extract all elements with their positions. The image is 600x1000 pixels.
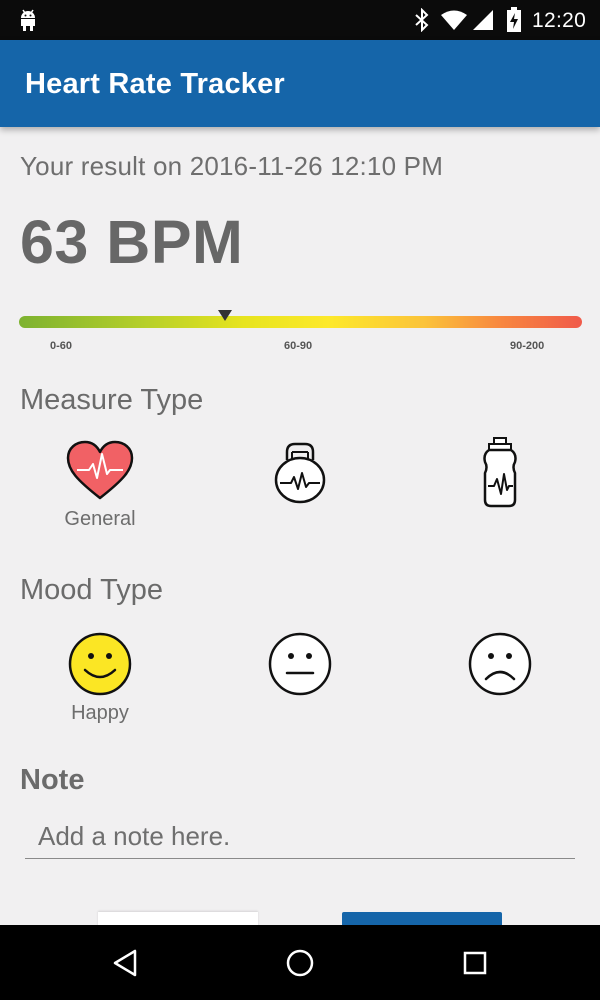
range-label-high: 90-200 <box>510 340 545 352</box>
gauge-marker-icon <box>218 310 232 321</box>
battery-charging-icon <box>507 7 521 32</box>
measure-type-title: Measure Type <box>20 384 204 416</box>
note-title: Note <box>20 764 85 796</box>
heart-rate-gauge <box>19 316 582 328</box>
mood-type-title: Mood Type <box>20 574 163 606</box>
bpm-value: 63 BPM <box>20 208 244 276</box>
mood-option-label: Happy <box>71 702 129 724</box>
app-bar: Heart Rate Tracker <box>0 40 600 127</box>
mood-option-neutral[interactable] <box>235 632 365 696</box>
measure-option-general[interactable]: General <box>35 440 165 531</box>
measure-option-exercise[interactable] <box>235 440 365 506</box>
recents-icon[interactable] <box>463 951 487 975</box>
range-label-normal: 60-90 <box>284 340 313 352</box>
happy-face-icon <box>68 632 132 696</box>
home-icon[interactable] <box>286 949 314 977</box>
android-debug-icon <box>21 9 35 31</box>
neutral-face-icon <box>268 632 332 696</box>
range-label-low: 0-60 <box>50 340 73 352</box>
app-title: Heart Rate Tracker <box>25 68 285 100</box>
measure-option-label: General <box>64 508 136 530</box>
heart-icon <box>66 440 134 500</box>
mood-option-sad[interactable] <box>435 632 565 696</box>
status-clock: 12:20 <box>532 9 587 32</box>
wifi-icon <box>441 10 467 30</box>
screen: 12:20 Heart Rate Tracker Your result on … <box>0 0 600 1000</box>
water-bottle-icon <box>483 437 517 508</box>
sad-face-icon <box>468 632 532 696</box>
cell-signal-icon <box>473 10 493 30</box>
bluetooth-icon <box>415 8 429 32</box>
measure-option-sport[interactable] <box>435 436 565 508</box>
kettlebell-icon <box>274 442 326 504</box>
mood-option-happy[interactable]: Happy <box>35 632 165 725</box>
navigation-bar <box>0 925 600 1000</box>
note-input[interactable] <box>25 815 575 859</box>
back-icon[interactable] <box>112 949 138 977</box>
status-bar: 12:20 <box>0 0 600 40</box>
result-timestamp: Your result on 2016-11-26 12:10 PM <box>20 151 444 181</box>
